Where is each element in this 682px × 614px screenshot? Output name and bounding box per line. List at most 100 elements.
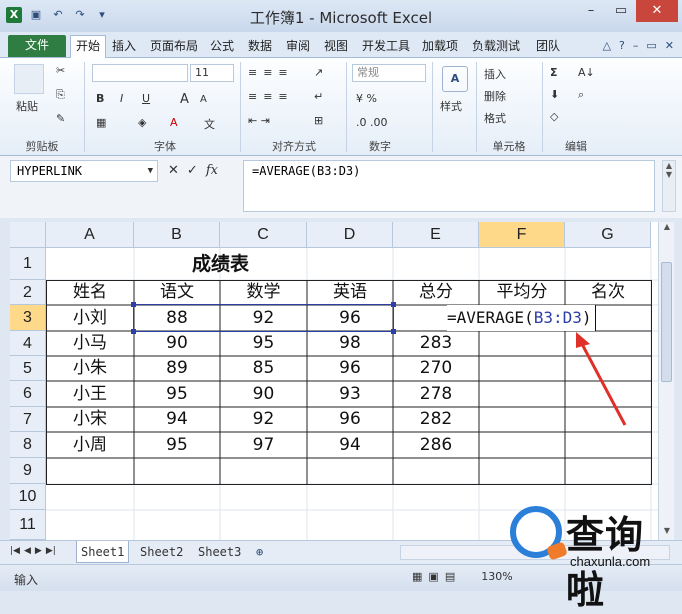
grow-font-button[interactable]: A (180, 92, 189, 107)
phonetic-icon[interactable]: 文 (204, 116, 215, 132)
paste-icon[interactable] (14, 64, 44, 94)
table-cell[interactable]: 95 (220, 331, 307, 356)
orientation-icon[interactable]: ↗ (314, 66, 323, 79)
row-header-3[interactable]: 3 (10, 305, 46, 331)
copy-icon[interactable]: ⎘ (56, 88, 65, 102)
doc-close-icon[interactable]: ✕ (665, 39, 674, 52)
range-handle[interactable] (391, 302, 396, 307)
tab-insert[interactable]: 插入 (112, 36, 136, 58)
tab-load-test[interactable]: 负载测试 (472, 36, 520, 58)
styles-icon[interactable]: A (442, 66, 468, 92)
insert-function-button[interactable]: fx (206, 160, 218, 182)
sheet-tab-sheet3[interactable]: Sheet3 (194, 541, 245, 563)
insert-sheet-icon[interactable]: ⊕ (252, 541, 267, 563)
italic-button[interactable]: I (120, 92, 123, 105)
font-color-icon[interactable]: A (170, 116, 178, 129)
borders-icon[interactable]: ▦ (96, 116, 106, 129)
column-header-c[interactable]: C (220, 222, 307, 248)
table-cell[interactable]: 270 (393, 356, 479, 381)
row-header-6[interactable]: 6 (10, 381, 46, 407)
row-header-7[interactable]: 7 (10, 407, 46, 432)
paste-button[interactable]: 粘贴 (16, 98, 38, 114)
table-cell[interactable]: 278 (393, 381, 479, 407)
cancel-icon[interactable]: ✕ (168, 160, 179, 182)
help-icon[interactable]: ? (619, 39, 625, 52)
currency-icon[interactable]: ¥ % (356, 92, 377, 105)
prev-sheet-icon[interactable]: ◀ (24, 546, 31, 556)
decimal-icons[interactable]: .0 .00 (356, 116, 388, 129)
header-cell-average[interactable]: 平均分 (479, 280, 565, 305)
shrink-font-button[interactable]: A (200, 94, 207, 105)
tab-developer[interactable]: 开发工具 (362, 36, 410, 58)
header-cell-name[interactable]: 姓名 (46, 280, 134, 305)
maximize-button[interactable]: ▭ (606, 0, 636, 22)
cut-icon[interactable]: ✂ (56, 64, 65, 77)
formula-bar-scroll[interactable]: ▲ ▼ (662, 160, 676, 212)
row-header-1[interactable]: 1 (10, 248, 46, 280)
column-header-b[interactable]: B (134, 222, 220, 248)
styles-button[interactable]: 样式 (440, 98, 462, 114)
bold-button[interactable]: B (96, 92, 104, 105)
scroll-thumb[interactable] (661, 262, 672, 382)
table-cell[interactable]: 小周 (46, 432, 134, 458)
tab-file[interactable]: 文件 (8, 35, 66, 57)
scroll-up-icon[interactable]: ▲ (659, 222, 675, 236)
table-cell[interactable]: 95 (134, 381, 220, 407)
table-cell[interactable]: 92 (220, 407, 307, 432)
table-cell[interactable]: 96 (307, 356, 393, 381)
tab-addins[interactable]: 加载项 (422, 36, 458, 58)
editing-cell-f3[interactable]: =AVERAGE(B3:D3) (447, 305, 596, 331)
table-cell[interactable]: 93 (307, 381, 393, 407)
row-header-10[interactable]: 10 (10, 484, 46, 510)
normal-view-icon[interactable]: ▦ (412, 570, 422, 583)
insert-cells-button[interactable]: 插入 (484, 66, 506, 82)
name-box[interactable]: HYPERLINK ▼ (10, 160, 158, 182)
select-all-corner[interactable] (10, 222, 46, 248)
vertical-scrollbar[interactable]: ▲ ▼ (658, 222, 674, 540)
sheet-tab-sheet1[interactable]: Sheet1 (76, 541, 130, 563)
row-header-4[interactable]: 4 (10, 331, 46, 356)
number-format-combo[interactable]: 常规 (352, 64, 426, 82)
formula-input[interactable]: =AVERAGE(B3:D3) (243, 160, 655, 212)
worksheet-grid[interactable]: A B C D E F G 1 2 3 4 5 6 7 8 9 10 11 成绩… (10, 222, 658, 540)
header-cell-english[interactable]: 英语 (307, 280, 393, 305)
column-header-d[interactable]: D (307, 222, 393, 248)
table-cell[interactable]: 小刘 (46, 305, 134, 331)
table-cell[interactable]: 94 (134, 407, 220, 432)
merge-icon[interactable]: ⊞ (314, 114, 323, 127)
wrap-text-icon[interactable]: ↵ (314, 90, 323, 103)
table-cell[interactable]: 96 (307, 407, 393, 432)
sheet-tab-sheet2[interactable]: Sheet2 (136, 541, 187, 563)
fill-color-icon[interactable]: ◈ (138, 116, 146, 129)
range-handle[interactable] (131, 329, 136, 334)
font-size-combo[interactable]: 11 (190, 64, 234, 82)
row-header-9[interactable]: 9 (10, 458, 46, 484)
table-cell[interactable]: 小马 (46, 331, 134, 356)
table-cell[interactable]: 98 (307, 331, 393, 356)
doc-minimize-icon[interactable]: – (633, 39, 639, 52)
autosum-button[interactable]: Σ (550, 66, 558, 79)
table-cell[interactable]: 小朱 (46, 356, 134, 381)
delete-cells-button[interactable]: 删除 (484, 88, 506, 104)
fill-icon[interactable]: ⬇ (550, 88, 559, 101)
table-cell[interactable]: 85 (220, 356, 307, 381)
table-cell[interactable]: 小王 (46, 381, 134, 407)
underline-button[interactable]: U (142, 92, 150, 105)
find-select-icon[interactable]: ⌕ (578, 88, 584, 102)
tab-page-layout[interactable]: 页面布局 (150, 36, 198, 58)
page-layout-icon[interactable]: ▣ (428, 570, 438, 583)
table-cell[interactable]: 90 (134, 331, 220, 356)
tab-view[interactable]: 视图 (324, 36, 348, 58)
table-cell[interactable]: 90 (220, 381, 307, 407)
chevron-down-icon[interactable]: ▼ (148, 161, 153, 181)
page-break-icon[interactable]: ▤ (445, 570, 455, 583)
column-header-f[interactable]: F (479, 222, 565, 248)
header-cell-total[interactable]: 总分 (393, 280, 479, 305)
row-header-11[interactable]: 11 (10, 510, 46, 540)
row-header-2[interactable]: 2 (10, 280, 46, 305)
first-sheet-icon[interactable]: |◀ (10, 546, 20, 556)
column-header-e[interactable]: E (393, 222, 479, 248)
font-name-combo[interactable] (92, 64, 188, 82)
format-cells-button[interactable]: 格式 (484, 110, 506, 126)
table-cell[interactable]: 小宋 (46, 407, 134, 432)
